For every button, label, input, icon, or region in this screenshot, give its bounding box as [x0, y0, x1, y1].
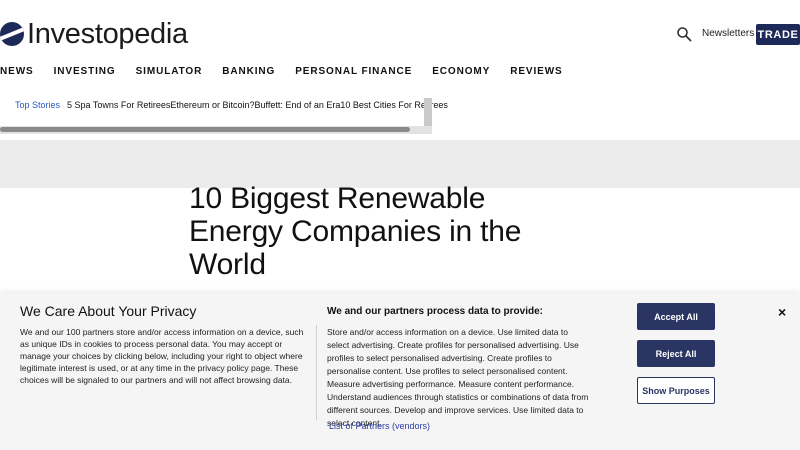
- ticker-row: Top Stories 5 Spa Towns For Retirees Eth…: [15, 100, 448, 110]
- ticker-scrollbar[interactable]: [0, 126, 432, 134]
- investopedia-logo-icon: [0, 22, 24, 46]
- main-nav: NEWS INVESTING SIMULATOR BANKING PERSONA…: [0, 66, 583, 77]
- partners-list-link[interactable]: List of Partners (vendors): [329, 421, 430, 431]
- site-logo[interactable]: Investopedia: [0, 17, 188, 51]
- close-icon[interactable]: ×: [778, 304, 786, 320]
- top-stories-ticker: Top Stories 5 Spa Towns For Retirees Eth…: [0, 92, 800, 140]
- trade-button[interactable]: TRADE: [756, 24, 800, 45]
- ticker-scrollbar-thumb[interactable]: [0, 127, 410, 132]
- nav-item-simulator[interactable]: SIMULATOR: [136, 66, 203, 77]
- nav-item-economy[interactable]: ECONOMY: [432, 66, 490, 77]
- nav-item-news[interactable]: NEWS: [0, 66, 34, 77]
- show-purposes-button[interactable]: Show Purposes: [637, 377, 715, 404]
- nav-item-investing[interactable]: INVESTING: [54, 66, 116, 77]
- privacy-body: We and our 100 partners store and/or acc…: [20, 327, 304, 385]
- newsletters-link[interactable]: Newsletters: [702, 28, 754, 39]
- nav-item-reviews[interactable]: REVIEWS: [510, 66, 562, 77]
- logo-text: Investopedia: [27, 17, 188, 50]
- site-header: Investopedia Newsletters TRADE NEWS INVE…: [0, 0, 800, 92]
- partners-purposes-text: Store and/or access information on a dev…: [327, 327, 589, 428]
- privacy-divider: [316, 325, 317, 420]
- article-title: 10 Biggest Renewable Energy Companies in…: [189, 182, 522, 281]
- ticker-item[interactable]: 5 Spa Towns For Retirees: [67, 100, 170, 110]
- nav-item-banking[interactable]: BANKING: [222, 66, 275, 77]
- privacy-banner: We Care About Your Privacy We and our 10…: [0, 293, 800, 450]
- top-stories-label: Top Stories: [15, 100, 61, 110]
- ad-placeholder-band: [0, 140, 800, 188]
- ticker-item[interactable]: Buffett: End of an Era: [254, 100, 340, 110]
- ticker-item[interactable]: Ethereum or Bitcoin?: [170, 100, 254, 110]
- nav-item-personal-finance[interactable]: PERSONAL FINANCE: [295, 66, 412, 77]
- search-icon[interactable]: [676, 26, 692, 42]
- reject-all-button[interactable]: Reject All: [637, 340, 715, 367]
- partners-heading: We and our partners process data to prov…: [327, 306, 543, 317]
- accept-all-button[interactable]: Accept All: [637, 303, 715, 330]
- privacy-title: We Care About Your Privacy: [20, 303, 197, 319]
